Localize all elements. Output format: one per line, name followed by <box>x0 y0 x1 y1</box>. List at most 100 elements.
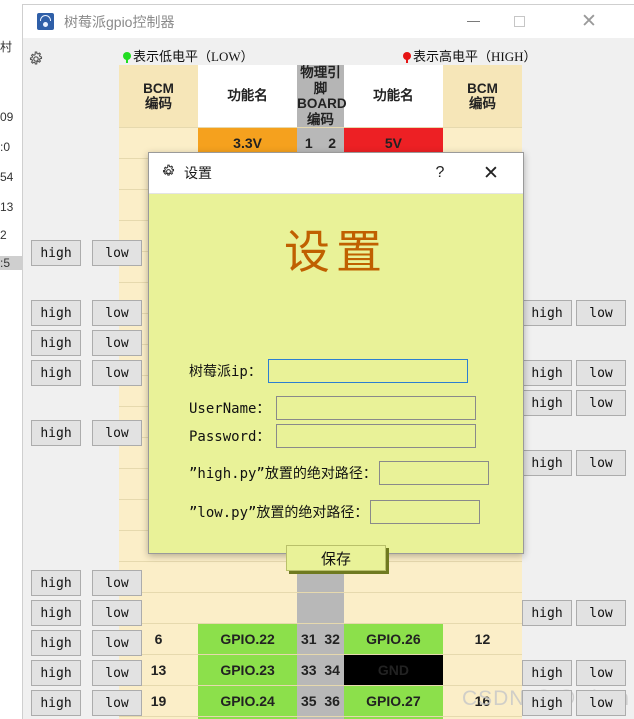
button-high-left-2[interactable]: high <box>31 330 81 356</box>
label-low-path: ”low.py”放置的绝对路径： <box>189 505 369 521</box>
button-high-left-5[interactable]: high <box>31 570 81 596</box>
dialog-help-button[interactable]: ? <box>423 153 457 193</box>
button-high-right-0[interactable]: high <box>522 300 572 326</box>
field-row-high-path: ”high.py”放置的绝对路径： <box>189 461 489 485</box>
header-function-right: 功能名 <box>343 65 443 128</box>
button-high-left-0[interactable]: high <box>31 240 81 266</box>
button-high-left-9[interactable]: high <box>31 690 81 716</box>
dialog-heading: 设置 <box>284 227 388 278</box>
label-high-path: ”high.py”放置的绝对路径： <box>189 466 377 482</box>
red-pin-icon <box>403 52 411 63</box>
button-high-left-1[interactable]: high <box>31 300 81 326</box>
field-row-username: UserName： <box>189 396 477 420</box>
maximize-button[interactable] <box>496 5 542 38</box>
cell-board-right: 32 <box>320 623 344 655</box>
settings-dialog: 设置 ? ✕ 设置 树莓派ip： UserName： Password： ”hi… <box>148 152 524 571</box>
cell-function-left: GPIO.23 <box>198 654 298 686</box>
pin-table-head: BCM 编码 功能名 物理引脚 BOARD编码 功能名 BCM 编码 <box>119 65 522 128</box>
cell-function-right: GPIO.26 <box>343 623 443 655</box>
cell-function-left: GPIO.24 <box>198 685 298 717</box>
header-board: 物理引脚 BOARD编码 <box>297 65 347 128</box>
cell-bcm-right: 12 <box>442 623 522 655</box>
dialog-titlebar[interactable]: 设置 ? ✕ <box>149 153 523 194</box>
background-text-fragment: 2 <box>0 228 7 242</box>
button-high-right-3[interactable]: high <box>522 450 572 476</box>
background-text-fragment: 54 <box>0 170 14 184</box>
minimize-icon <box>466 21 480 22</box>
pin-table-row: 6 GPIO.22 31 32 GPIO.26 12 <box>119 623 522 655</box>
window-title: 树莓派gpio控制器 <box>64 13 175 30</box>
button-high-left-6[interactable]: high <box>31 600 81 626</box>
cell-board-left <box>297 592 321 624</box>
close-button[interactable]: ✕ <box>566 5 612 38</box>
background-text-fragment: 村 <box>0 40 13 54</box>
field-row-password: Password： <box>189 424 477 448</box>
pin-table-header-row: BCM 编码 功能名 物理引脚 BOARD编码 功能名 BCM 编码 <box>119 65 522 128</box>
button-high-right-4[interactable]: high <box>522 600 572 626</box>
button-low-right-5[interactable]: low <box>576 660 626 686</box>
button-high-left-4[interactable]: high <box>31 420 81 446</box>
button-low-left-0[interactable]: low <box>92 240 142 266</box>
cell-bcm-right <box>442 592 522 624</box>
label-ip: 树莓派ip： <box>189 364 262 380</box>
input-username[interactable] <box>276 396 477 420</box>
button-low-left-8[interactable]: low <box>92 660 142 686</box>
cell-board-right <box>320 592 344 624</box>
cell-board-left: 33 <box>297 654 321 686</box>
green-pin-icon <box>123 52 131 63</box>
button-high-right-5[interactable]: high <box>522 660 572 686</box>
cell-function-left <box>198 592 298 624</box>
save-button[interactable]: 保存 <box>286 545 386 571</box>
background-text-fragment: :0 <box>0 140 11 154</box>
button-high-right-2[interactable]: high <box>522 390 572 416</box>
button-low-left-2[interactable]: low <box>92 330 142 356</box>
button-low-left-1[interactable]: low <box>92 300 142 326</box>
button-high-right-1[interactable]: high <box>522 360 572 386</box>
header-bcm-right: BCM 编码 <box>442 65 522 128</box>
window-titlebar[interactable]: 树莓派gpio控制器 ✕ <box>23 5 634 38</box>
header-bcm-left: BCM 编码 <box>119 65 199 128</box>
cell-board-right: 36 <box>320 685 344 717</box>
input-low-path[interactable] <box>370 500 481 524</box>
dialog-body: 设置 树莓派ip： UserName： Password： ”high.py”放… <box>149 216 523 576</box>
button-low-right-6[interactable]: low <box>576 690 626 716</box>
button-low-right-2[interactable]: low <box>576 390 626 416</box>
dialog-close-button[interactable]: ✕ <box>471 153 511 193</box>
button-low-right-4[interactable]: low <box>576 600 626 626</box>
close-icon: ✕ <box>581 10 597 32</box>
button-high-left-3[interactable]: high <box>31 360 81 386</box>
button-low-left-4[interactable]: low <box>92 420 142 446</box>
input-password[interactable] <box>276 424 477 448</box>
button-high-left-7[interactable]: high <box>31 630 81 656</box>
label-username: UserName： <box>189 401 271 417</box>
button-low-right-3[interactable]: low <box>576 450 626 476</box>
background-text-fragment: 09 <box>0 110 14 124</box>
button-low-left-7[interactable]: low <box>92 630 142 656</box>
gear-icon-svg <box>162 164 175 176</box>
button-low-left-3[interactable]: low <box>92 360 142 386</box>
input-high-path[interactable] <box>378 461 489 485</box>
button-high-left-8[interactable]: high <box>31 660 81 686</box>
cell-board-right: 34 <box>320 654 344 686</box>
legend-low-label: 表示低电平（LOW） <box>133 49 254 64</box>
button-low-right-0[interactable]: low <box>576 300 626 326</box>
cell-function-left: GPIO.22 <box>198 623 298 655</box>
cell-board-left: 35 <box>297 685 321 717</box>
gear-icon <box>161 164 176 183</box>
button-low-left-9[interactable]: low <box>92 690 142 716</box>
input-ip[interactable] <box>267 359 468 383</box>
cell-bcm-right <box>442 654 522 686</box>
cell-function-right <box>343 592 443 624</box>
button-low-left-6[interactable]: low <box>92 600 142 626</box>
legend-high-label: 表示高电平（HIGH） <box>413 49 537 64</box>
button-low-left-5[interactable]: low <box>92 570 142 596</box>
label-password: Password： <box>189 429 271 445</box>
legend: 表示低电平（LOW） 表示高电平（HIGH） <box>23 44 634 64</box>
button-low-right-1[interactable]: low <box>576 360 626 386</box>
minimize-button[interactable] <box>450 5 496 38</box>
background-text-fragment: :5 <box>0 256 22 270</box>
pin-table-row: 13 GPIO.23 33 34 GND <box>119 654 522 686</box>
pin-table-row <box>119 592 522 624</box>
button-high-right-6[interactable]: high <box>522 690 572 716</box>
maximize-icon <box>513 16 525 27</box>
